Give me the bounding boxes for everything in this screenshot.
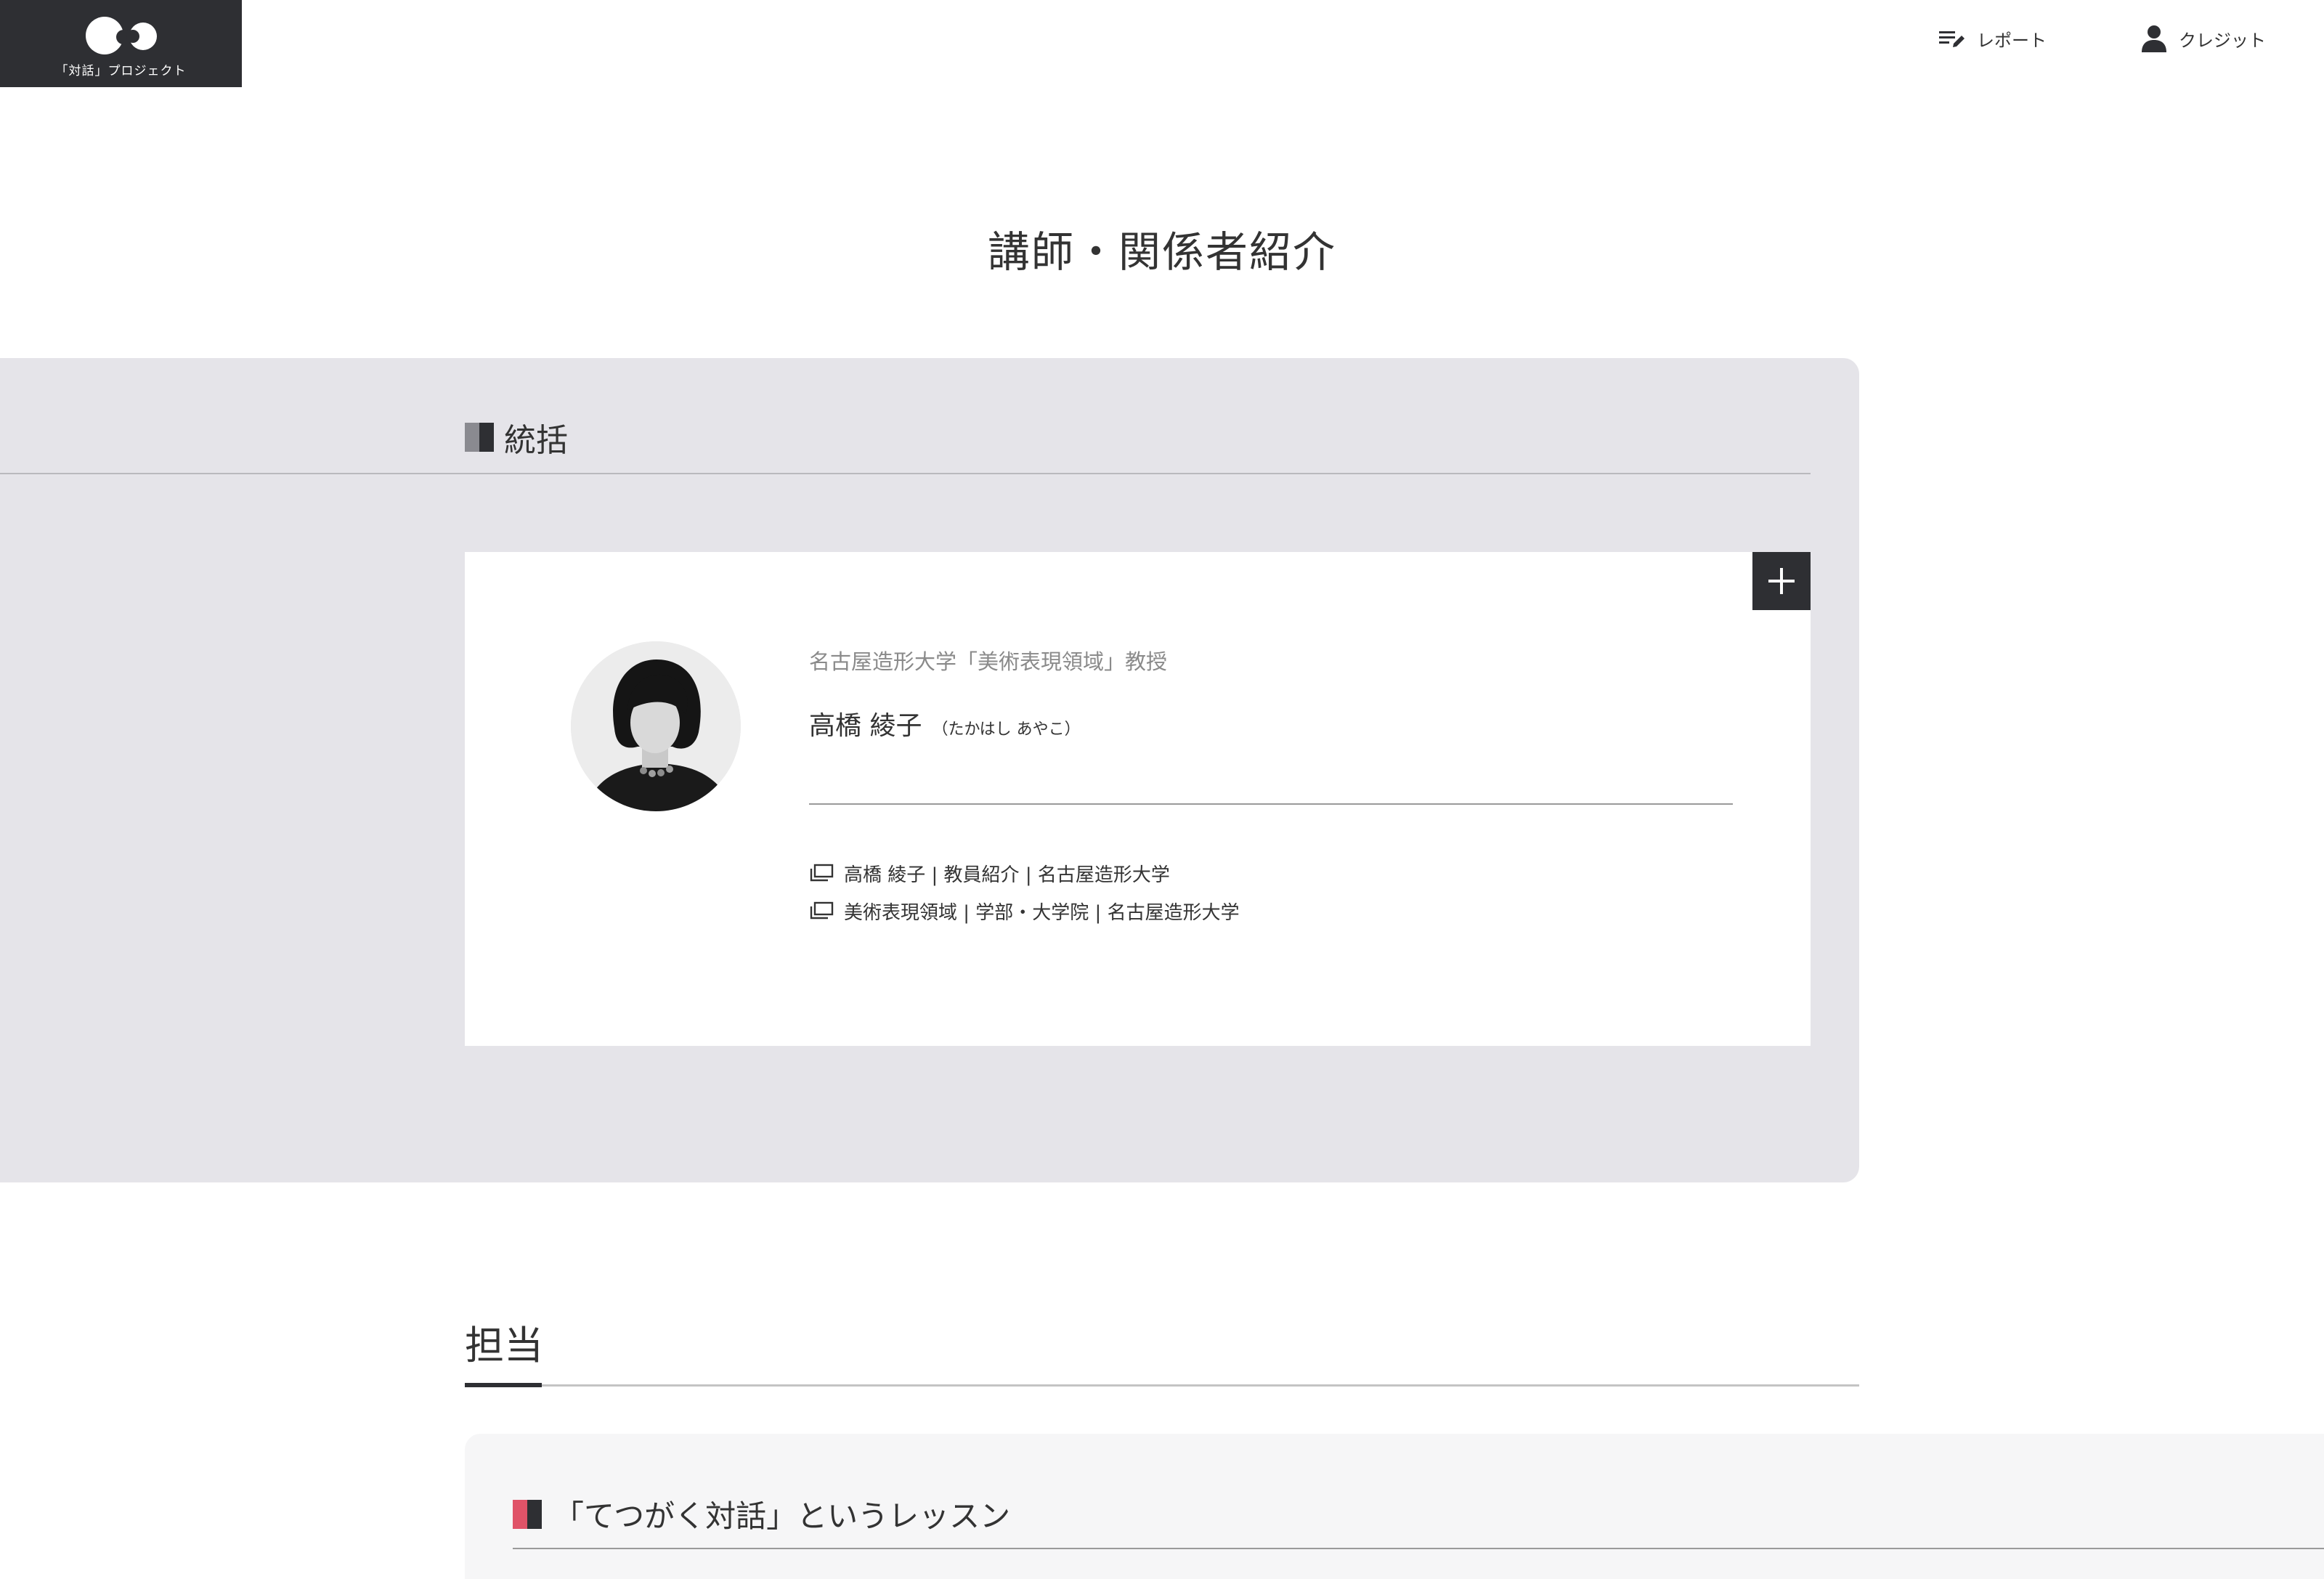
tanto-heading: 担当	[465, 1323, 543, 1368]
section-mark-icon	[465, 423, 494, 452]
lesson-mark-icon	[513, 1499, 542, 1529]
external-link-icon	[810, 901, 834, 920]
person-role: 名古屋造形大学「美術表現領域」教授	[809, 649, 1168, 674]
lesson-divider	[513, 1548, 2324, 1549]
section-heading: 統括	[465, 414, 568, 460]
person-name: 高橋 綾子	[809, 711, 922, 741]
person-links: 高橋 綾子 | 教員紹介 | 名古屋造形大学 美術表現領域 | 学部・大学院 |…	[809, 854, 1240, 930]
page-title: 講師・関係者紹介	[987, 227, 1336, 277]
nav-report-label: レポート	[1977, 30, 2047, 51]
lesson-title: 「てつがく対話」というレッスン	[553, 1498, 1011, 1534]
card-divider	[809, 803, 1733, 805]
link-faculty-profile-label: 高橋 綾子 | 教員紹介 | 名古屋造形大学	[844, 864, 1170, 886]
report-edit-icon	[1939, 28, 1965, 49]
logo-mark-icon	[81, 15, 161, 56]
person-name-row: 高橋 綾子 （たかはし あやこ）	[809, 705, 1081, 742]
link-department[interactable]: 美術表現領域 | 学部・大学院 | 名古屋造形大学	[809, 892, 1240, 930]
nav-report-link[interactable]: レポート	[1939, 26, 2047, 52]
tanto-divider-accent	[465, 1383, 542, 1387]
plus-icon	[1768, 568, 1795, 594]
person-card: 名古屋造形大学「美術表現領域」教授 高橋 綾子 （たかはし あやこ） 高橋 綾子…	[465, 552, 1811, 1046]
logo-text: 「対話」プロジェクト	[55, 63, 187, 78]
site-logo[interactable]: 「対話」プロジェクト	[0, 0, 242, 87]
external-link-icon	[810, 864, 834, 882]
nav-credit-label: クレジット	[2179, 30, 2266, 51]
link-department-label: 美術表現領域 | 学部・大学院 | 名古屋造形大学	[844, 901, 1240, 924]
person-icon	[2141, 25, 2167, 52]
top-nav: レポート クレジット	[1939, 25, 2266, 52]
tanto-divider	[465, 1384, 1859, 1387]
person-kana: （たかはし あやこ）	[932, 721, 1081, 739]
section-divider	[0, 473, 1811, 474]
nav-credit-link[interactable]: クレジット	[2141, 25, 2266, 52]
section-label: 統括	[504, 422, 568, 459]
portrait-photo	[571, 641, 741, 811]
lesson-heading[interactable]: 「てつがく対話」というレッスン	[513, 1492, 1010, 1536]
link-faculty-profile[interactable]: 高橋 綾子 | 教員紹介 | 名古屋造形大学	[809, 854, 1240, 892]
avatar	[571, 641, 741, 811]
expand-button[interactable]	[1752, 552, 1811, 610]
